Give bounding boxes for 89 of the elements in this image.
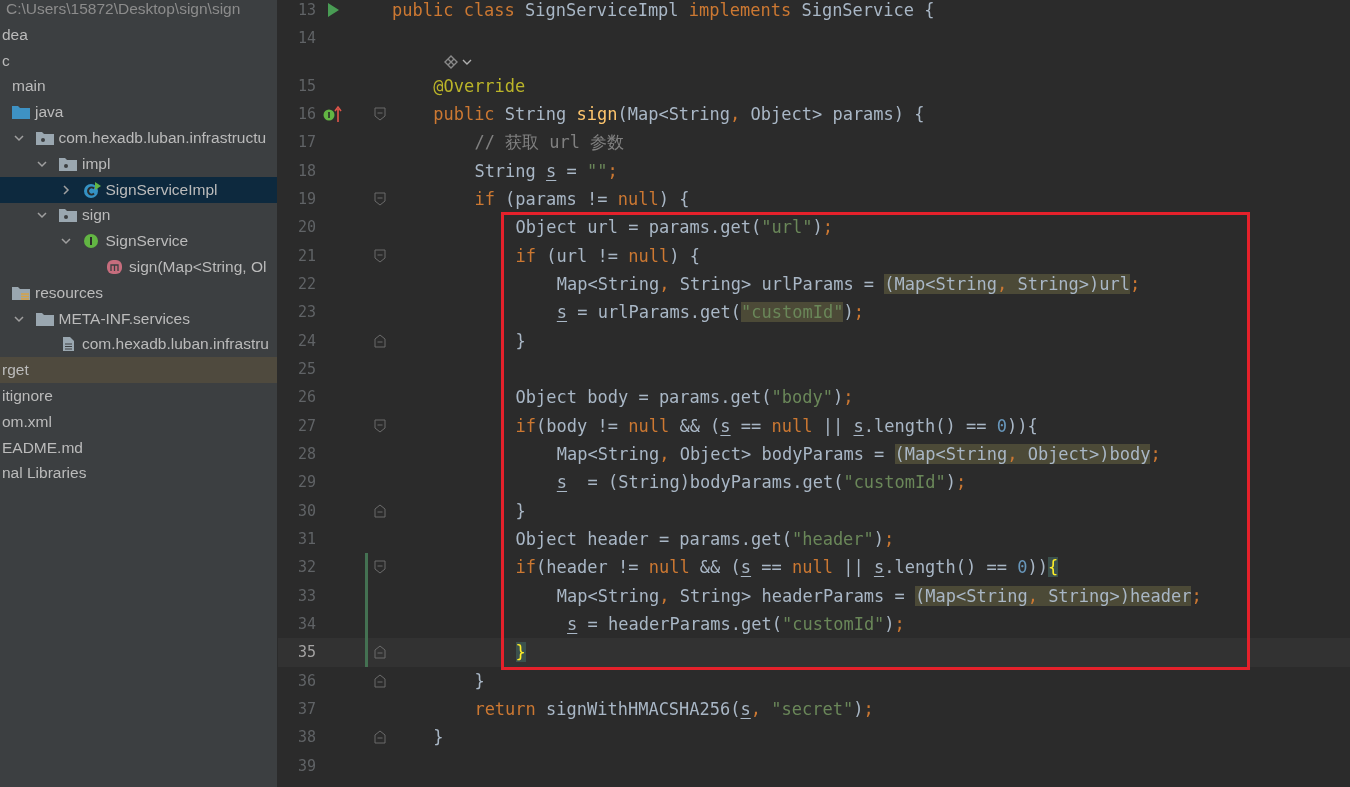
code-line: if(header != null && (s == null || s.length() == 0)){ bbox=[515, 557, 1059, 578]
tree-item[interactable]: nal Libraries bbox=[0, 460, 277, 487]
fold-icon[interactable] bbox=[374, 248, 386, 263]
tree-item[interactable]: dea bbox=[0, 22, 277, 48]
fold-icon[interactable] bbox=[374, 730, 386, 745]
code-line: s = urlParams.get("customId"); bbox=[556, 302, 864, 323]
line-number: 16 bbox=[297, 105, 316, 124]
code-line: Object url = params.get("url"); bbox=[515, 217, 833, 238]
line-number: 29 bbox=[297, 473, 316, 492]
line-number: 28 bbox=[297, 445, 316, 464]
tree-item[interactable]: rget bbox=[0, 357, 277, 384]
line-number: 36 bbox=[297, 671, 316, 690]
code-line: String s = ""; bbox=[474, 160, 618, 181]
tree-item[interactable]: om.xml bbox=[0, 408, 277, 435]
package-icon bbox=[34, 130, 55, 147]
code-line: } bbox=[433, 727, 444, 748]
tree-item[interactable]: java bbox=[0, 99, 277, 126]
fold-icon[interactable] bbox=[374, 333, 386, 348]
fold-icon[interactable] bbox=[374, 560, 386, 575]
line-number: 33 bbox=[297, 586, 316, 605]
resources-folder-icon bbox=[11, 284, 31, 301]
tree-item[interactable]: main bbox=[0, 73, 277, 100]
code-line: public String sign(Map<String, Object> params) { bbox=[433, 104, 925, 125]
code-line: } bbox=[474, 670, 485, 691]
code-line: s = headerParams.get("customId"); bbox=[566, 614, 905, 635]
tree-item[interactable]: sign bbox=[0, 202, 277, 229]
tree-item[interactable]: EADME.md bbox=[0, 434, 277, 461]
code-line: if (params != null) { bbox=[474, 189, 690, 210]
implements-icon[interactable] bbox=[323, 105, 343, 124]
code-line: @Override bbox=[433, 75, 526, 96]
code-line: if (url != null) { bbox=[515, 245, 700, 266]
fold-icon[interactable] bbox=[374, 107, 386, 122]
project-path: C:\Users\15872\Desktop\sign\sign bbox=[5, 0, 242, 19]
tree-item[interactable]: META-INF.services bbox=[0, 305, 277, 332]
line-number: 35 bbox=[297, 643, 316, 662]
tree-item[interactable]: SignService bbox=[0, 228, 277, 255]
tree-item[interactable]: impl bbox=[0, 151, 277, 177]
code-line: Object body = params.get("body"); bbox=[515, 387, 854, 408]
folder-icon bbox=[34, 310, 55, 327]
fold-icon[interactable] bbox=[374, 503, 386, 518]
code-line: s = (String)bodyParams.get("customId"); bbox=[556, 472, 967, 493]
line-number: 39 bbox=[297, 756, 316, 775]
code-line: Map<String, String> urlParams = (Map<String, String>)url; bbox=[556, 274, 1141, 295]
method-icon bbox=[105, 259, 125, 276]
code-line: Map<String, Object> bodyParams = (Map<String, Object>)body; bbox=[556, 444, 1161, 465]
line-number: 32 bbox=[297, 558, 316, 577]
line-number: 24 bbox=[297, 331, 316, 350]
line-number: 15 bbox=[297, 76, 316, 95]
line-number: 30 bbox=[297, 501, 316, 520]
folder-icon bbox=[11, 104, 31, 121]
tree-item[interactable]: com.hexadb.luban.infrastru bbox=[0, 331, 277, 358]
line-number: 19 bbox=[297, 190, 316, 209]
fold-icon[interactable] bbox=[374, 645, 386, 660]
line-number: 13 bbox=[297, 1, 316, 20]
line-number: 25 bbox=[297, 360, 316, 379]
line-number: 20 bbox=[297, 218, 316, 237]
line-number: 27 bbox=[297, 416, 316, 435]
tree-item[interactable]: SignServiceImpl bbox=[0, 176, 277, 203]
line-number: 22 bbox=[297, 275, 316, 294]
run-icon[interactable] bbox=[326, 2, 340, 19]
fold-icon[interactable] bbox=[374, 418, 386, 433]
tree-item[interactable]: c bbox=[0, 47, 277, 74]
tree-item[interactable]: itignore bbox=[0, 383, 277, 409]
line-number: 38 bbox=[297, 728, 316, 747]
fold-icon[interactable] bbox=[374, 192, 386, 207]
tree-item[interactable]: resources bbox=[0, 279, 277, 306]
line-number: 31 bbox=[297, 530, 316, 549]
line-number: 14 bbox=[297, 29, 316, 48]
code-line: public class SignServiceImpl implements SignService { bbox=[392, 0, 935, 21]
code-line: Object header = params.get("header"); bbox=[515, 529, 895, 550]
code-line: return signWithHMACSHA256(s, "secret"); bbox=[474, 699, 874, 720]
line-number: 26 bbox=[297, 388, 316, 407]
line-number: 18 bbox=[297, 161, 316, 180]
line-number: 23 bbox=[297, 303, 316, 322]
fold-icon[interactable] bbox=[374, 673, 386, 688]
line-number: 34 bbox=[297, 615, 316, 634]
line-number: 37 bbox=[297, 700, 316, 719]
code-line: // 获取 url 参数 bbox=[474, 130, 625, 154]
class-icon bbox=[81, 181, 102, 198]
code-line: } bbox=[515, 500, 526, 521]
tree-item[interactable]: sign(Map<String, Ol bbox=[0, 254, 277, 280]
code-line: } bbox=[515, 330, 526, 351]
code-line: if(body != null && (s == null || s.length() == 0)){ bbox=[515, 415, 1038, 436]
tree-item[interactable]: com.hexadb.luban.infrastructu bbox=[0, 125, 277, 151]
package-icon bbox=[58, 207, 78, 224]
package-icon bbox=[58, 155, 78, 172]
code-line: Map<String, String> headerParams = (Map<String, String>)header; bbox=[556, 585, 1202, 606]
line-number: 21 bbox=[297, 246, 316, 265]
line-number: 17 bbox=[297, 133, 316, 152]
